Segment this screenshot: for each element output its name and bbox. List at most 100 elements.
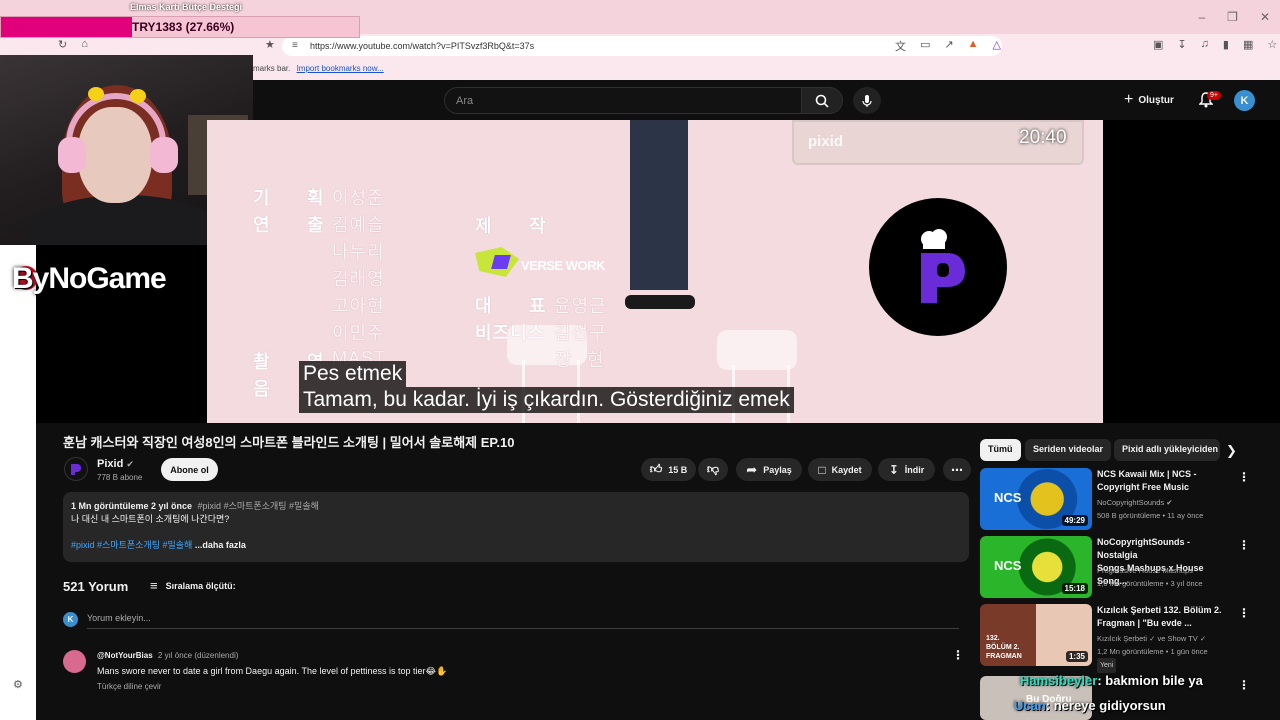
search-icon bbox=[815, 94, 829, 108]
comments-count: 521 Yorum bbox=[63, 579, 129, 594]
credit-name: 김선구 bbox=[554, 323, 607, 343]
wallet-icon[interactable]: ☆ bbox=[1267, 38, 1277, 51]
rec-views-date: 1,6 Mn görüntüleme • 3 yıl önce bbox=[1097, 579, 1203, 588]
sidebar-icon[interactable]: ▮ bbox=[1223, 38, 1229, 51]
search-button[interactable] bbox=[801, 87, 843, 114]
download-icon[interactable]: ↧ bbox=[1177, 38, 1186, 51]
my-avatar: K bbox=[63, 612, 78, 627]
search-input[interactable]: Ara bbox=[444, 87, 802, 114]
description-text: 나 대신 내 스마트폰이 소개팅에 나간다면? bbox=[71, 514, 230, 524]
end-screen-label: pixid bbox=[808, 133, 844, 150]
ncs-logo-icon: NCS bbox=[994, 558, 1022, 573]
sort-icon: ≡ bbox=[150, 578, 158, 593]
restore-icon[interactable]: ❐ bbox=[1227, 10, 1238, 24]
translate-icon[interactable]: 文 bbox=[895, 38, 906, 54]
more-actions-button[interactable]: ⋯ bbox=[943, 458, 971, 481]
rec-thumbnail[interactable]: NCS 49:29 bbox=[980, 468, 1092, 530]
rec-title-line: Copyright Free Music bbox=[1097, 482, 1190, 492]
rec-meta: Kızılcık Şerbeti ✓ ve Show TV ✓ 1,2 Mn g… bbox=[1097, 632, 1237, 673]
comment-menu-icon[interactable]: ⋮ bbox=[952, 648, 964, 662]
rewards-icon[interactable]: △ bbox=[993, 38, 1001, 54]
comment-author-name: @NotYourBias bbox=[97, 651, 153, 660]
channel-name[interactable]: Pixid ✔ bbox=[97, 458, 134, 470]
channel-subscribers: 778 B abone bbox=[97, 473, 143, 482]
rec-channel[interactable]: NoCopyrightSounds bbox=[1097, 498, 1164, 507]
translate-link[interactable]: Türkçe diline çevir bbox=[97, 682, 161, 691]
credit-label: 작 bbox=[529, 216, 547, 236]
rec-menu-icon[interactable]: ⋮ bbox=[1238, 538, 1250, 552]
account-avatar[interactable]: K bbox=[1234, 90, 1255, 111]
comment-text: Mans swore never to date a girl from Dae… bbox=[97, 666, 448, 676]
share-icon[interactable]: ↗ bbox=[944, 38, 953, 54]
chip-series[interactable]: Seriden videolar bbox=[1025, 439, 1112, 461]
rec-channel[interactable]: Kızılcık Şerbeti ✓ ve Show TV ✓ bbox=[1097, 632, 1237, 645]
share-label: Paylaş bbox=[763, 464, 792, 475]
nav-icons: ↻ ⌂ bbox=[58, 38, 88, 51]
dislike-button[interactable]: 👎︎ bbox=[698, 458, 728, 481]
rec-thumb-label: 132. BÖLÜM 2. FRAGMAN bbox=[986, 635, 1022, 660]
reload-icon[interactable]: ↻ bbox=[58, 38, 67, 51]
extensions-icon[interactable]: ▦ bbox=[1243, 38, 1253, 51]
credit-label: 표 bbox=[529, 296, 547, 316]
end-screen-duration: 20:40 bbox=[1019, 127, 1067, 148]
verified-icon: ✔ bbox=[1166, 498, 1173, 507]
download-label: İndir bbox=[904, 464, 925, 475]
cast-icon[interactable]: ▭ bbox=[920, 38, 930, 54]
comment-author[interactable]: @NotYourBias 2 yıl önce (düzenlendi) bbox=[97, 651, 238, 660]
address-bar[interactable]: ≡ https://www.youtube.com/watch?v=PITSvz… bbox=[282, 36, 1002, 56]
left-white-strip bbox=[0, 245, 36, 720]
rec-menu-icon[interactable]: ⋮ bbox=[1238, 678, 1250, 692]
chip-all[interactable]: Tümü bbox=[980, 439, 1021, 461]
donation-goal-fill bbox=[1, 17, 133, 37]
subscribe-button[interactable]: Abone ol bbox=[161, 458, 218, 481]
rec-title[interactable]: NCS Kawaii Mix | NCS - Copyright Free Mu… bbox=[1097, 468, 1232, 494]
url-action-icons: 文 ▭ ↗ ▲ △ bbox=[895, 38, 1001, 54]
rec-menu-icon[interactable]: ⋮ bbox=[1238, 470, 1250, 484]
pixid-logo bbox=[869, 198, 1007, 336]
sort-comments-button[interactable]: ≡ Sıralama ölçütü: bbox=[150, 578, 236, 593]
chevron-right-icon[interactable]: ❯ bbox=[1226, 443, 1237, 459]
credit-label: 연 bbox=[253, 215, 271, 235]
home-icon[interactable]: ⌂ bbox=[81, 38, 88, 51]
description-box[interactable]: 1 Mn görüntüleme 2 yıl önce #pixid #스마트폰… bbox=[63, 492, 969, 562]
voice-search-button[interactable] bbox=[853, 87, 881, 114]
hashtags[interactable]: #pixid #스마트폰소개팅 #밀솔해 bbox=[71, 540, 192, 550]
plus-icon: + bbox=[1124, 91, 1134, 108]
channel-avatar[interactable] bbox=[64, 457, 88, 481]
rec-meta: Progressive House Mashups 1,6 Mn görüntü… bbox=[1097, 564, 1237, 590]
rec-title[interactable]: Kızılcık Şerbeti 132. Bölüm 2. Fragman |… bbox=[1097, 604, 1232, 630]
rec-menu-icon[interactable]: ⋮ bbox=[1238, 606, 1250, 620]
site-info-icon[interactable]: ≡ bbox=[292, 40, 298, 51]
show-more-link[interactable]: ...daha fazla bbox=[195, 540, 246, 550]
credit-label: 촬 bbox=[253, 352, 271, 372]
save-label: Kaydet bbox=[831, 464, 862, 475]
sponsor-logo-text: ByNoGame bbox=[12, 262, 167, 295]
media-icon[interactable]: ♫ bbox=[1201, 38, 1209, 51]
channel-name-text: Pixid bbox=[97, 458, 124, 470]
notification-badge: 9+ bbox=[1207, 91, 1221, 100]
bookmark-icon[interactable]: ★ bbox=[265, 38, 275, 51]
minimize-icon[interactable]: – bbox=[1198, 10, 1205, 24]
like-button[interactable]: 👍︎ 15 B bbox=[641, 458, 696, 481]
screenshot-icon[interactable]: ▣ bbox=[1153, 38, 1163, 51]
rec-thumbnail[interactable]: 132. BÖLÜM 2. FRAGMAN 1:35 bbox=[980, 604, 1092, 666]
create-button[interactable]: + Oluştur bbox=[1124, 91, 1174, 109]
close-icon[interactable]: ✕ bbox=[1260, 10, 1270, 24]
download-button[interactable]: ↧ İndir bbox=[878, 458, 935, 481]
shield-icon[interactable]: ▲ bbox=[968, 38, 979, 54]
rec-thumbnail[interactable]: NCS 15:18 bbox=[980, 536, 1092, 598]
add-comment-input[interactable]: Yorum ekleyin... bbox=[87, 613, 959, 629]
chip-uploader[interactable]: Pixid adlı yükleyiciden bbox=[1114, 439, 1220, 461]
rec-title-line: Fragman | "Bu evde ... bbox=[1097, 618, 1192, 628]
credit-name: 나누리 bbox=[332, 242, 385, 262]
hashtags-inline[interactable]: #pixid #스마트폰소개팅 #밀솔해 bbox=[198, 501, 319, 511]
save-button[interactable]: □ Kaydet bbox=[808, 458, 872, 481]
gear-icon[interactable]: ⚙ bbox=[13, 678, 23, 691]
create-label: Oluştur bbox=[1138, 94, 1174, 106]
share-button[interactable]: ➦ Paylaş bbox=[736, 458, 802, 481]
rec-duration: 15:18 bbox=[1061, 583, 1088, 594]
import-bookmarks-link[interactable]: Import bookmarks now... bbox=[297, 64, 384, 73]
comment-avatar[interactable] bbox=[63, 650, 86, 673]
like-count: 15 B bbox=[668, 464, 688, 475]
rec-channel[interactable]: Progressive House Mashups bbox=[1097, 564, 1237, 577]
